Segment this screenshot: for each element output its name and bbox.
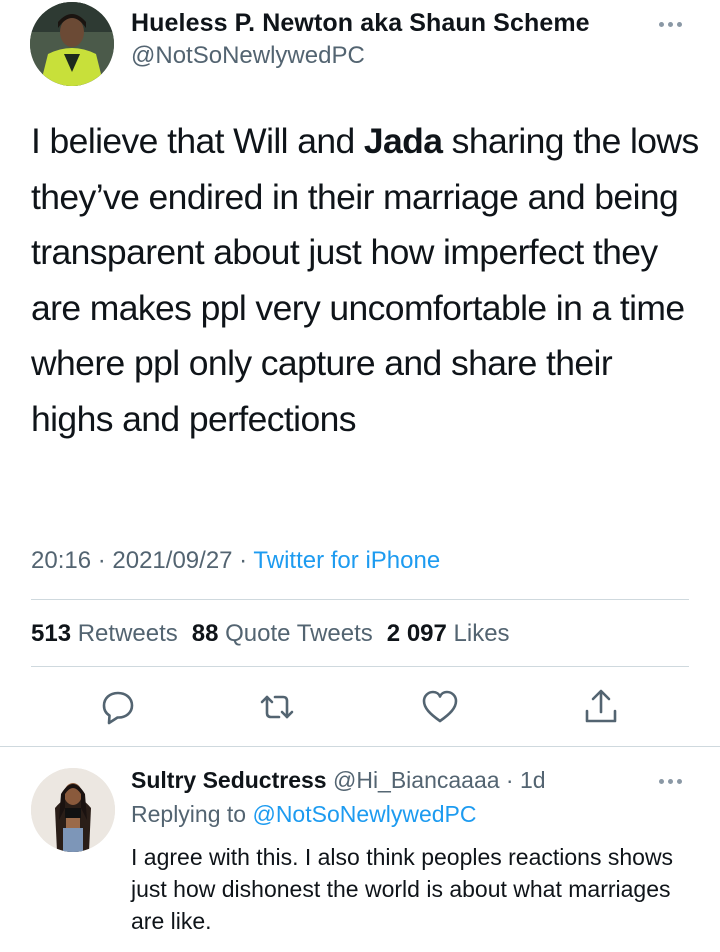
reply-handle[interactable]: @Hi_Biancaaaa xyxy=(333,767,500,793)
divider xyxy=(31,666,689,667)
tweet-source-link[interactable]: Twitter for iPhone xyxy=(253,547,440,574)
reply-more-options-icon[interactable] xyxy=(652,771,688,791)
meta-separator: · xyxy=(91,547,113,574)
meta-separator: · xyxy=(232,547,254,574)
tweet-actions xyxy=(0,684,720,734)
like-icon[interactable] xyxy=(417,684,463,730)
retweets-stat[interactable]: 513 Retweets xyxy=(31,620,178,647)
retweet-icon[interactable] xyxy=(254,684,300,730)
tweet-text-part1: I believe that Will and xyxy=(31,121,364,161)
tweet-meta: 20:16 · 2021/09/27 · Twitter for iPhone xyxy=(31,547,440,575)
reply-text: I agree with this. I also think peoples … xyxy=(131,844,674,934)
tweet-text-mention-bold: Jada xyxy=(363,121,443,161)
tweet-stats: 513 Retweets 88 Quote Tweets 2 097 Likes xyxy=(31,620,510,648)
quotes-count: 88 xyxy=(191,620,219,647)
retweets-count: 513 xyxy=(31,620,72,647)
likes-stat[interactable]: 2 097 Likes xyxy=(387,620,510,647)
quote-tweets-stat[interactable]: 88 Quote Tweets xyxy=(192,620,373,647)
reply-header: Sultry Seductress @Hi_Biancaaaa · 1d xyxy=(131,767,546,793)
tweet-time: 20:16 xyxy=(31,547,92,574)
more-options-icon[interactable] xyxy=(652,14,688,34)
author-display-name[interactable]: Hueless P. Newton aka Shaun Scheme xyxy=(131,9,590,38)
main-tweet: Hueless P. Newton aka Shaun Scheme @NotS… xyxy=(0,0,720,746)
divider xyxy=(31,599,689,600)
quotes-label: Quote Tweets xyxy=(225,620,373,647)
tweet-text: I believe that Will and Jada sharing the… xyxy=(31,114,701,447)
tweet-text-part2: sharing the lows they’ve endired in thei… xyxy=(31,121,699,439)
tweet-date: 2021/09/27 xyxy=(112,547,233,574)
replying-to-mention[interactable]: @NotSoNewlywedPC xyxy=(252,801,476,827)
reply-author-avatar[interactable] xyxy=(31,768,115,852)
replying-label: Replying to xyxy=(131,801,247,827)
author-avatar[interactable] xyxy=(30,2,114,86)
replying-to: Replying to @NotSoNewlywedPC xyxy=(131,801,477,828)
reply-icon[interactable] xyxy=(95,684,141,730)
reply-time: 1d xyxy=(520,767,546,793)
likes-label: Likes xyxy=(453,620,510,647)
retweets-label: Retweets xyxy=(77,620,178,647)
reply-display-name[interactable]: Sultry Seductress xyxy=(131,767,327,793)
likes-count: 2 097 xyxy=(386,620,447,647)
author-handle[interactable]: @NotSoNewlywedPC xyxy=(131,42,365,70)
reply-tweet[interactable]: Sultry Seductress @Hi_Biancaaaa · 1d Rep… xyxy=(0,747,720,952)
share-icon[interactable] xyxy=(578,684,624,730)
